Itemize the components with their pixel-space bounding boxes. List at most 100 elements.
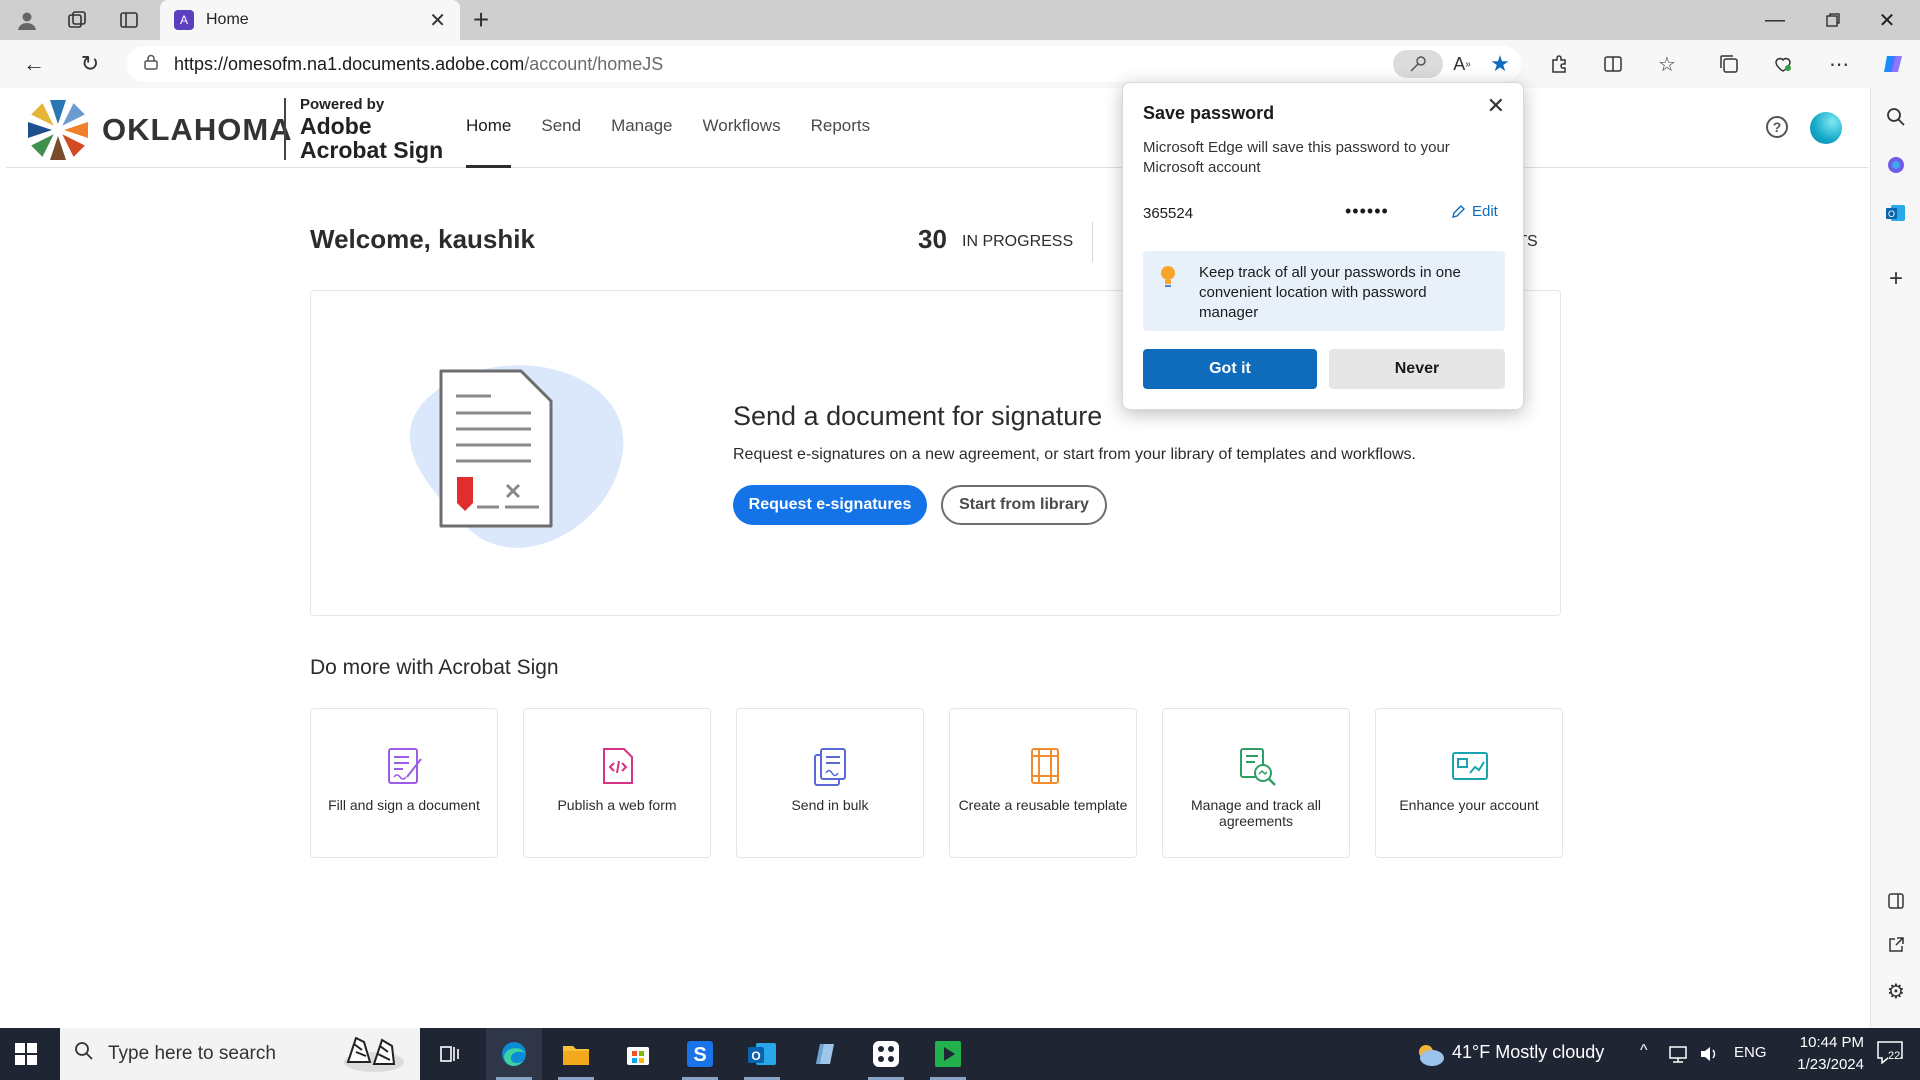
edge-taskbar-icon[interactable] [486,1028,542,1080]
browser-tab-bar: A Home ✕ + — ✕ [0,0,1920,40]
sidebar-settings-icon[interactable]: ⚙ [1881,976,1911,1006]
nav-workflows[interactable]: Workflows [703,116,781,168]
sidebar-popout-icon[interactable] [1881,930,1911,960]
windows-taskbar: Type here to search S O 41°F Mostly clou… [0,1028,1920,1080]
sidebar-outlook-icon[interactable]: O [1881,198,1911,228]
url-host: https://omesofm.na1.documents.adobe.com [174,53,525,74]
notes-app-icon[interactable] [796,1028,852,1080]
volume-icon[interactable] [1698,1044,1720,1064]
feature-web-form[interactable]: Publish a web form [523,708,711,858]
feature-fill-sign[interactable]: Fill and sign a document [310,708,498,858]
weather-text[interactable]: 41°F Mostly cloudy [1452,1042,1604,1063]
browser-essentials-icon[interactable] [1766,50,1800,78]
tray-overflow-icon[interactable]: ^ [1640,1042,1648,1060]
saved-username: 365524 [1143,205,1194,222]
pencil-icon [1452,205,1465,218]
network-app-icon[interactable] [858,1028,914,1080]
address-bar[interactable]: https://omesofm.na1.documents.adobe.com /… [126,46,1521,82]
lock-icon[interactable] [144,54,158,75]
tab-title: Home [206,11,249,28]
microsoft-store-icon[interactable] [610,1028,666,1080]
dialog-close-icon[interactable]: ✕ [1487,93,1505,119]
collections-icon[interactable] [1712,50,1746,78]
sidebar-hide-icon[interactable] [1881,886,1911,916]
close-window-icon[interactable]: ✕ [1864,4,1910,36]
nav-send[interactable]: Send [541,116,581,168]
outlook-taskbar-icon[interactable]: O [734,1028,790,1080]
sidebar-add-icon[interactable]: + [1881,264,1911,294]
feature-label: Publish a web form [557,797,677,813]
restore-icon[interactable] [1810,4,1856,36]
dialog-title: Save password [1143,103,1275,123]
windows-start-icon[interactable] [14,1042,38,1066]
taskbar-clock[interactable]: 10:44 PM 1/23/2024 [1780,1032,1864,1076]
logo-divider [284,98,286,160]
send-card-title: Send a document for signature [733,401,1103,431]
oklahoma-wordmark[interactable]: OKLAHOMA [102,112,293,148]
edit-credentials-link[interactable]: Edit [1451,203,1498,220]
feature-reusable-template[interactable]: Create a reusable template [949,708,1137,858]
feature-label: Send in bulk [791,797,869,813]
favorites-icon[interactable]: ☆ [1650,50,1684,78]
browser-tab-active[interactable]: A Home ✕ [160,0,460,40]
document-illustration-icon [409,365,624,548]
file-explorer-icon[interactable] [548,1028,604,1080]
edge-sidebar: O + ⚙ [1870,88,1920,1028]
stack-app-icon[interactable]: S [672,1028,728,1080]
save-password-dialog: Save password ✕ Microsoft Edge will save… [1122,82,1524,410]
new-tab-icon[interactable]: + [466,4,496,36]
tab-close-icon[interactable]: ✕ [429,8,446,33]
sidebar-search-icon[interactable] [1881,102,1911,132]
help-icon[interactable]: ? [1766,116,1788,138]
in-progress-count[interactable]: 30 [918,224,947,255]
vertical-tabs-icon[interactable] [114,6,144,34]
minimize-icon[interactable]: — [1752,4,1798,36]
refresh-icon[interactable]: ↻ [74,50,106,78]
start-from-library-button[interactable]: Start from library [941,485,1107,525]
extensions-icon[interactable] [1542,50,1576,78]
feature-enhance-account[interactable]: Enhance your account [1375,708,1563,858]
task-view-icon[interactable] [422,1028,478,1080]
feature-label: Enhance your account [1399,797,1539,813]
media-app-icon[interactable] [920,1028,976,1080]
nav-home[interactable]: Home [466,116,512,168]
profile-icon[interactable] [12,6,42,34]
stat-divider [1092,222,1093,262]
feature-send-bulk[interactable]: Send in bulk [736,708,924,858]
network-icon[interactable] [1668,1044,1690,1064]
in-progress-label[interactable]: IN PROGRESS [962,233,1073,251]
never-button[interactable]: Never [1329,349,1505,389]
fill-sign-icon [388,748,422,784]
copilot-icon[interactable] [1876,50,1910,78]
weather-cloud-icon[interactable] [1412,1040,1446,1068]
edit-label: Edit [1472,203,1498,220]
nav-manage[interactable]: Manage [611,116,672,168]
avatar[interactable] [1810,112,1842,144]
zebra-search-highlight-icon[interactable] [334,1032,414,1076]
address-toolbar: ← ↻ https://omesofm.na1.documents.adobe.… [0,40,1920,88]
password-key-icon[interactable] [1393,50,1443,78]
nav-reports[interactable]: Reports [811,116,871,168]
adobe-label: Adobe [300,113,372,139]
settings-more-icon[interactable]: ⋯ [1822,50,1856,78]
read-aloud-icon[interactable]: A» [1447,50,1477,78]
workspaces-icon[interactable] [62,6,92,34]
language-indicator[interactable]: ENG [1734,1044,1767,1061]
saved-password-mask: •••••• [1345,201,1389,221]
clock-date: 1/23/2024 [1797,1056,1864,1073]
back-icon[interactable]: ← [18,50,50,78]
notification-count-badge: 22 [1888,1050,1901,1062]
tip-text: Keep track of all your passwords in one … [1199,264,1461,321]
search-placeholder: Type here to search [108,1043,276,1064]
password-manager-tip: Keep track of all your passwords in one … [1143,251,1505,331]
favorite-star-icon[interactable]: ★ [1485,50,1515,78]
sidebar-copilot-icon[interactable] [1881,150,1911,180]
split-screen-icon[interactable] [1596,50,1630,78]
request-esignatures-button[interactable]: Request e-signatures [733,485,927,525]
acrobat-sign-label: Acrobat Sign [300,137,444,163]
oklahoma-logo-icon[interactable] [24,96,92,164]
feature-manage-track[interactable]: Manage and track all agreements [1162,708,1350,858]
taskbar-search-input[interactable]: Type here to search [60,1028,420,1080]
notifications-button[interactable]: 22 [1876,1040,1908,1068]
got-it-button[interactable]: Got it [1143,349,1317,389]
